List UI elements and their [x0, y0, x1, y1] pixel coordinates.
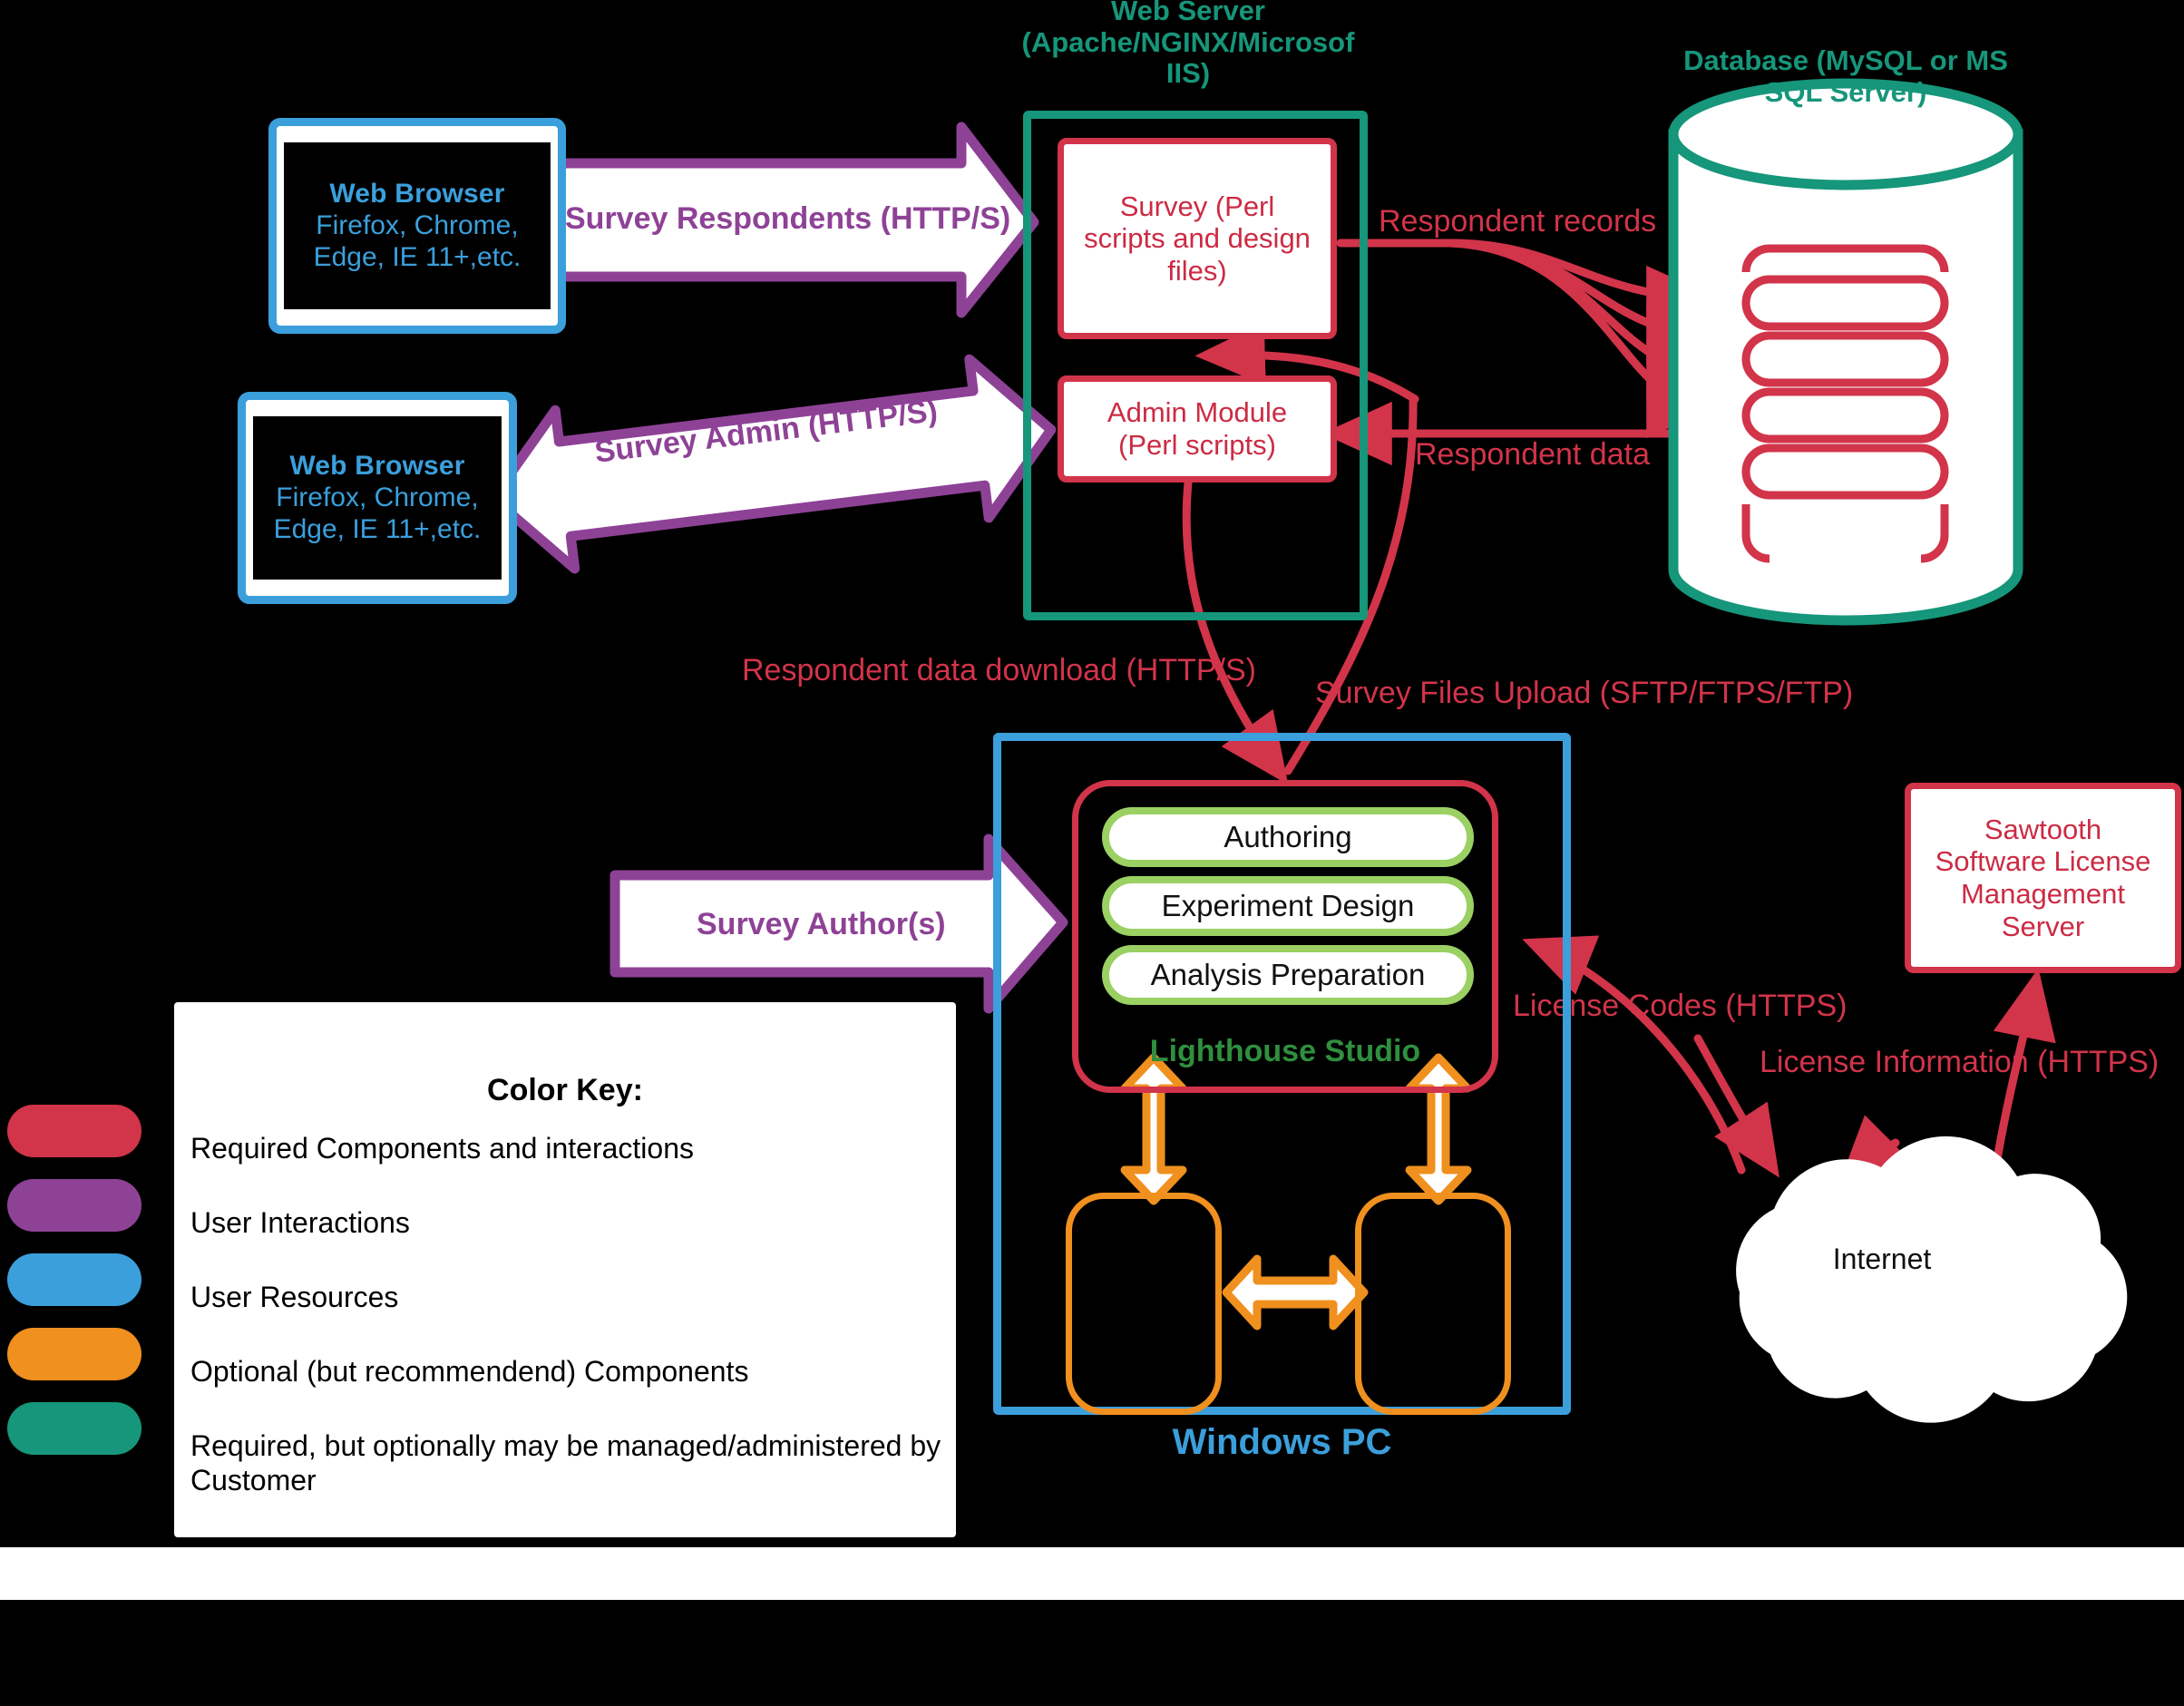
- admin-module-line-1: Admin Module: [1107, 396, 1288, 429]
- color-key-entry-1: User Interactions: [190, 1206, 410, 1239]
- color-key-swatch-customer: [7, 1402, 141, 1455]
- color-key-entry-0: Required Components and interactions: [190, 1132, 694, 1165]
- windows-pc-caption: Windows PC: [1172, 1422, 1392, 1462]
- browser-admin-device[interactable]: Web Browser Firefox, Chrome, Edge, IE 11…: [238, 392, 517, 604]
- database-caption-line-1: Database (MySQL or MS: [1683, 44, 2008, 76]
- database-cylinder: [1668, 78, 2023, 626]
- browser-respondent-device[interactable]: Web Browser Firefox, Chrome, Edge, IE 11…: [268, 118, 566, 334]
- module-experiment-design-label: Experiment Design: [1161, 889, 1415, 922]
- survey-scripts-line-1: Survey (Perl: [1119, 190, 1275, 222]
- label-respondent-data: Respondent data: [1415, 437, 1650, 472]
- browser-admin-subtitle-line-2: Edge, IE 11+,etc.: [273, 514, 482, 544]
- module-authoring-label: Authoring: [1224, 820, 1352, 853]
- module-analysis-preparation[interactable]: Analysis Preparation: [1102, 945, 1474, 1005]
- color-key-swatch-resource: [7, 1253, 141, 1306]
- module-experiment-design[interactable]: Experiment Design: [1102, 876, 1474, 936]
- internet-cloud: [1736, 1136, 2128, 1423]
- survey-scripts-node[interactable]: Survey (Perl scripts and design files): [1058, 138, 1337, 339]
- survey-scripts-line-3: files): [1167, 254, 1227, 287]
- optional-component-left[interactable]: [1066, 1193, 1222, 1415]
- lighthouse-studio-label: Lighthouse Studio: [1149, 1034, 1421, 1068]
- survey-scripts-line-2: scripts and design: [1084, 222, 1311, 255]
- admin-module-node[interactable]: Admin Module (Perl scripts): [1058, 375, 1337, 483]
- label-survey-respondents: Survey Respondents (HTTP/S): [565, 201, 1011, 236]
- color-key-entry-3: Optional (but recommendend) Components: [190, 1355, 749, 1388]
- color-key-swatch-required: [7, 1105, 141, 1157]
- internet-cloud-label: Internet: [1832, 1243, 1932, 1275]
- license-server-line-2: Software License: [1935, 845, 2151, 878]
- color-key-swatch-optional: [7, 1328, 141, 1380]
- license-server-line-1: Sawtooth: [1984, 813, 2102, 845]
- color-key-title: Color Key:: [487, 1073, 643, 1107]
- license-server-node[interactable]: Sawtooth Software License Management Ser…: [1905, 783, 2181, 973]
- browser-admin-subtitle-line-1: Firefox, Chrome,: [276, 482, 479, 512]
- module-analysis-preparation-label: Analysis Preparation: [1150, 958, 1426, 991]
- license-server-line-3: Management: [1961, 878, 2125, 910]
- label-survey-files-upload: Survey Files Upload (SFTP/FTPS/FTP): [1315, 676, 1854, 710]
- color-key-swatch-interaction: [7, 1179, 141, 1232]
- web-server-caption-line-3: IIS): [1165, 57, 1211, 90]
- database-caption: Database (MySQL or MS SQL Server): [1633, 44, 2059, 108]
- web-server-caption: Web Server (Apache/NGINX/Microsof IIS): [998, 0, 1379, 90]
- optional-component-right[interactable]: [1355, 1193, 1511, 1415]
- browser-admin-screen: Web Browser Firefox, Chrome, Edge, IE 11…: [253, 416, 502, 580]
- bottom-black-panel: [275, 1600, 1907, 1706]
- browser-respondent-subtitle-line-1: Firefox, Chrome,: [316, 210, 519, 240]
- connector-survey-admin: [488, 354, 1057, 574]
- database-caption-line-2: SQL Server): [1764, 75, 1927, 108]
- bottom-white-strip: [0, 1547, 2184, 1600]
- browser-respondent-screen: Web Browser Firefox, Chrome, Edge, IE 11…: [284, 142, 551, 309]
- color-key-entry-4: Required, but optionally may be managed/…: [190, 1429, 941, 1497]
- label-respondent-records: Respondent records: [1379, 204, 1657, 239]
- label-respondent-data-download: Respondent data download (HTTP/S): [742, 653, 1256, 687]
- label-license-information: License Information (HTTPS): [1760, 1045, 2160, 1079]
- label-survey-authors: Survey Author(s): [697, 907, 946, 941]
- color-key-card: Color Key: Required Components and inter…: [174, 1002, 956, 1537]
- web-server-caption-line-2: (Apache/NGINX/Microsof: [1021, 25, 1355, 58]
- browser-respondent-subtitle-line-2: Edge, IE 11+,etc.: [313, 242, 522, 272]
- license-server-line-4: Server: [2001, 910, 2085, 942]
- browser-admin-title: Web Browser: [289, 450, 465, 481]
- color-key-entry-2: User Resources: [190, 1281, 399, 1313]
- diagram-canvas: Web Server (Apache/NGINX/Microsof IIS) S…: [0, 0, 2184, 1706]
- connector-respondent-records: [1336, 239, 1717, 438]
- admin-module-line-2: (Perl scripts): [1118, 429, 1276, 461]
- web-server-caption-line-1: Web Server: [1110, 0, 1265, 26]
- module-authoring[interactable]: Authoring: [1102, 807, 1474, 867]
- browser-respondent-title: Web Browser: [329, 178, 505, 209]
